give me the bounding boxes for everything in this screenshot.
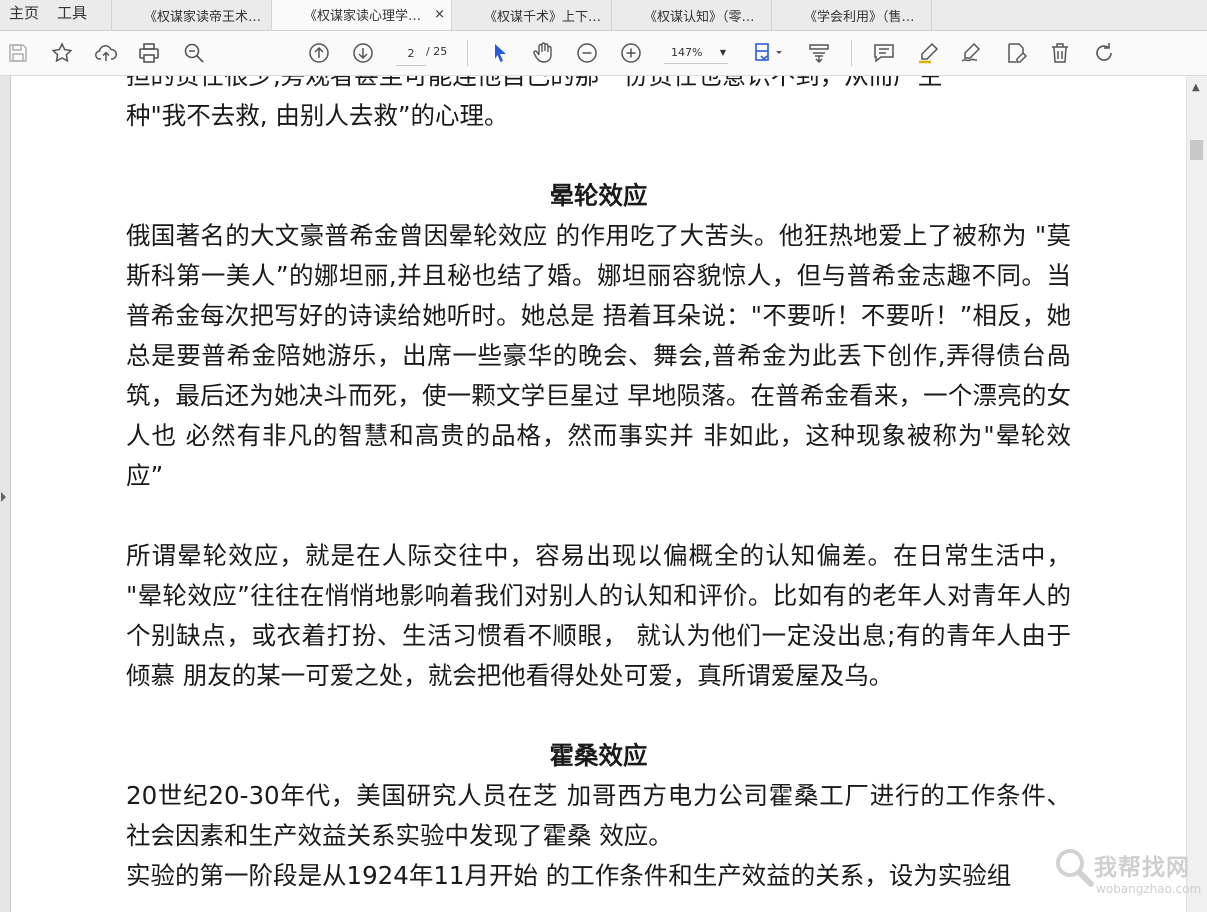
- paragraph: 20世纪20-30年代，美国研究人员在芝 加哥西方电力公司霍桑工厂进行的工作条件…: [126, 781, 1071, 850]
- tab-document-4[interactable]: 《权谋认知》（零…: [611, 0, 771, 30]
- scrollbar-thumb[interactable]: [1190, 140, 1203, 160]
- scroll-up-icon[interactable]: ▲: [1192, 82, 1200, 93]
- paragraph: 俄国著名的大文豪普希金曾因晕轮效应 的作用吃了大苦头。他狂热地爱上了被称为 "莫…: [126, 221, 1071, 490]
- tab-bar: 主页 工具 《权谋家读帝王术… 《权谋家读心理学… × 《权谋千术》上下… 《权谋…: [0, 0, 1207, 31]
- tab-bar-empty: [931, 0, 1207, 30]
- paragraph: 实验的第一阶段是从1924年11月开始 的工作条件和生产效益的关系，设为实验组: [126, 861, 1012, 890]
- expand-arrow-icon: [1, 492, 6, 502]
- page-up-icon[interactable]: [306, 40, 332, 66]
- watermark-text: 我帮找网: [1094, 855, 1190, 881]
- tab-document-5[interactable]: 《学会利用》（售…: [771, 0, 931, 30]
- menu-home[interactable]: 主页: [0, 0, 48, 30]
- toolbar-divider: [851, 40, 852, 66]
- sign-icon[interactable]: [958, 40, 984, 66]
- watermark-url: wobangzhao.com: [1096, 882, 1202, 896]
- tab-label: 《学会利用》（售…: [804, 9, 915, 25]
- tab-label: 《权谋家读帝王术…: [144, 9, 262, 25]
- select-cursor-icon[interactable]: [487, 40, 513, 66]
- document-viewport[interactable]: 担的责任很少,旁观者甚至可能连他自己的那一份责任也意识不到，从而产生一 种"我不…: [0, 76, 1207, 912]
- fit-page-icon[interactable]: [750, 40, 786, 66]
- edit-page-icon[interactable]: [1003, 40, 1029, 66]
- page-down-icon[interactable]: [350, 40, 376, 66]
- chevron-down-icon: ▼: [719, 47, 726, 57]
- tab-label: 《权谋认知》（零…: [644, 9, 755, 25]
- tab-document-1[interactable]: 《权谋家读帝王术…: [111, 0, 271, 30]
- site-watermark: 我帮找网 wobangzhao.com: [1052, 842, 1202, 908]
- zoom-level-value: 147%: [671, 45, 703, 59]
- clipped-text-line: 担的责任很少,旁观者甚至可能连他自己的那一份责任也意识不到，从而产生一: [126, 76, 1071, 96]
- page-number-input[interactable]: [396, 41, 426, 66]
- comment-icon[interactable]: [871, 40, 897, 66]
- magnifier-logo-icon: [1056, 849, 1094, 887]
- highlight-icon[interactable]: [915, 40, 941, 66]
- side-panel-toggle[interactable]: [0, 76, 11, 912]
- toolbar-divider: [467, 40, 468, 66]
- section-heading: 霍桑效应: [549, 741, 648, 770]
- zoom-out-icon[interactable]: [574, 40, 600, 66]
- zoom-in-icon[interactable]: [618, 40, 644, 66]
- close-tab-icon[interactable]: ×: [434, 7, 445, 22]
- tab-document-3[interactable]: 《权谋千术》上下…: [451, 0, 611, 30]
- delete-icon[interactable]: [1047, 40, 1073, 66]
- cloud-upload-icon[interactable]: [93, 40, 119, 66]
- zoom-level-select[interactable]: 147% ▼: [664, 41, 728, 64]
- rotate-icon[interactable]: [1091, 40, 1117, 66]
- tab-label: 《权谋家读心理学…: [304, 9, 422, 24]
- section-heading: 晕轮效应: [549, 181, 648, 210]
- vertical-scrollbar[interactable]: ▲: [1186, 76, 1207, 912]
- zoom-search-icon[interactable]: [181, 40, 207, 66]
- read-mode-icon[interactable]: [806, 40, 832, 66]
- save-icon[interactable]: [5, 40, 31, 66]
- toolbar: / 25 147% ▼: [0, 31, 1207, 76]
- tab-label: 《权谋千术》上下…: [484, 9, 602, 25]
- bookmark-star-icon[interactable]: [49, 40, 75, 66]
- page-total-label: / 25: [426, 45, 448, 58]
- paragraph: 种"我不去救, 由别人去救”的心理。: [126, 101, 509, 130]
- menu-tools[interactable]: 工具: [48, 0, 96, 30]
- document-page: 担的责任很少,旁观者甚至可能连他自己的那一份责任也意识不到，从而产生一 种"我不…: [126, 76, 1071, 896]
- paragraph: 所谓晕轮效应，就是在人际交往中，容易出现以偏概全的认知偏差。在日常生活中， "晕…: [126, 541, 1071, 690]
- hand-pan-icon[interactable]: [530, 40, 556, 66]
- tab-document-2[interactable]: 《权谋家读心理学… ×: [271, 0, 452, 30]
- print-icon[interactable]: [136, 40, 162, 66]
